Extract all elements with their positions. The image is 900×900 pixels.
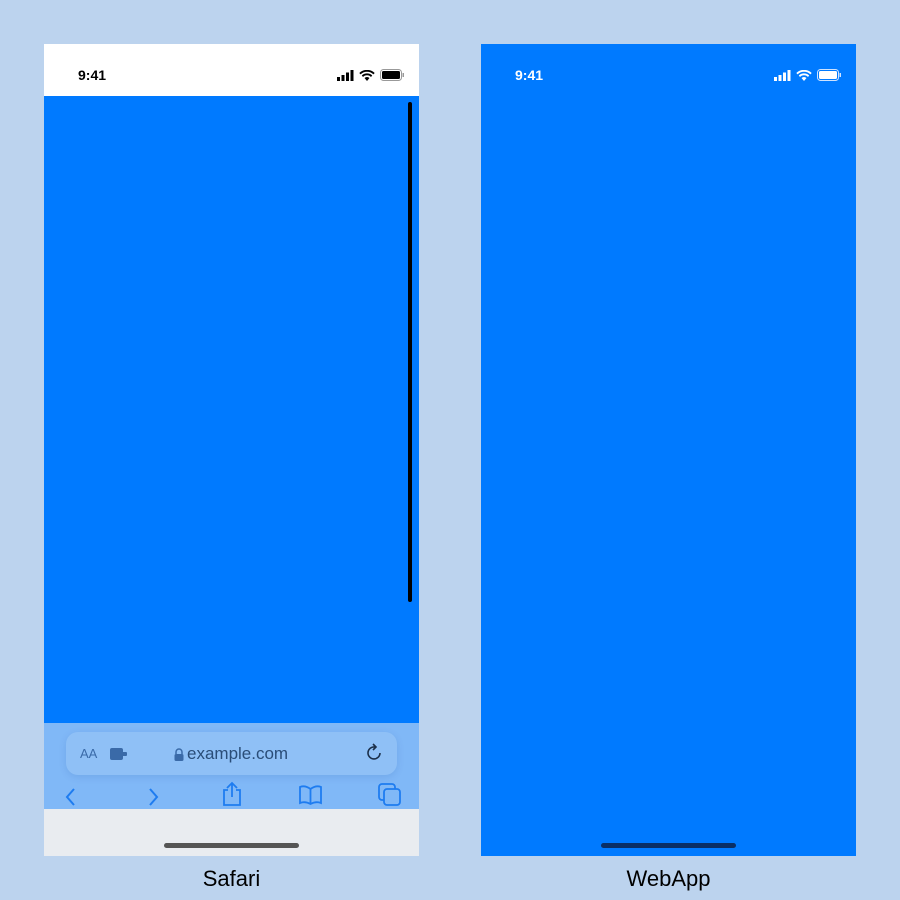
wifi-icon [796,69,812,81]
status-time: 9:41 [78,67,107,83]
tabs-icon[interactable] [378,783,402,812]
address-bar[interactable]: AA example.com [66,732,397,775]
reload-icon[interactable] [365,743,385,763]
lock-icon [174,747,184,761]
home-indicator[interactable] [164,843,299,848]
home-indicator[interactable] [601,843,736,848]
status-bar: 9:41 [44,44,419,96]
safari-caption: Safari [202,866,261,891]
battery-icon [817,69,841,81]
toolbar-bottom [44,809,419,856]
signal-icon [774,69,791,81]
wifi-icon [359,69,375,81]
status-bar: 9:41 [481,44,856,96]
safari-toolbar: AA example.com [44,723,419,809]
safari-phone: 9:41 AA example.com [44,44,419,856]
webapp-caption: WebApp [626,866,711,891]
url-text: example.com [187,744,289,763]
url-field[interactable]: example.com [174,744,288,764]
share-icon[interactable] [221,781,243,812]
battery-icon [380,69,404,81]
status-time: 9:41 [515,67,544,83]
bookmarks-icon[interactable] [298,784,323,811]
scrollbar[interactable] [408,102,412,602]
extension-icon[interactable] [110,747,128,761]
reader-text-size-button[interactable]: AA [80,746,97,761]
signal-icon [337,69,354,81]
webapp-phone: 9:41 [481,44,856,856]
